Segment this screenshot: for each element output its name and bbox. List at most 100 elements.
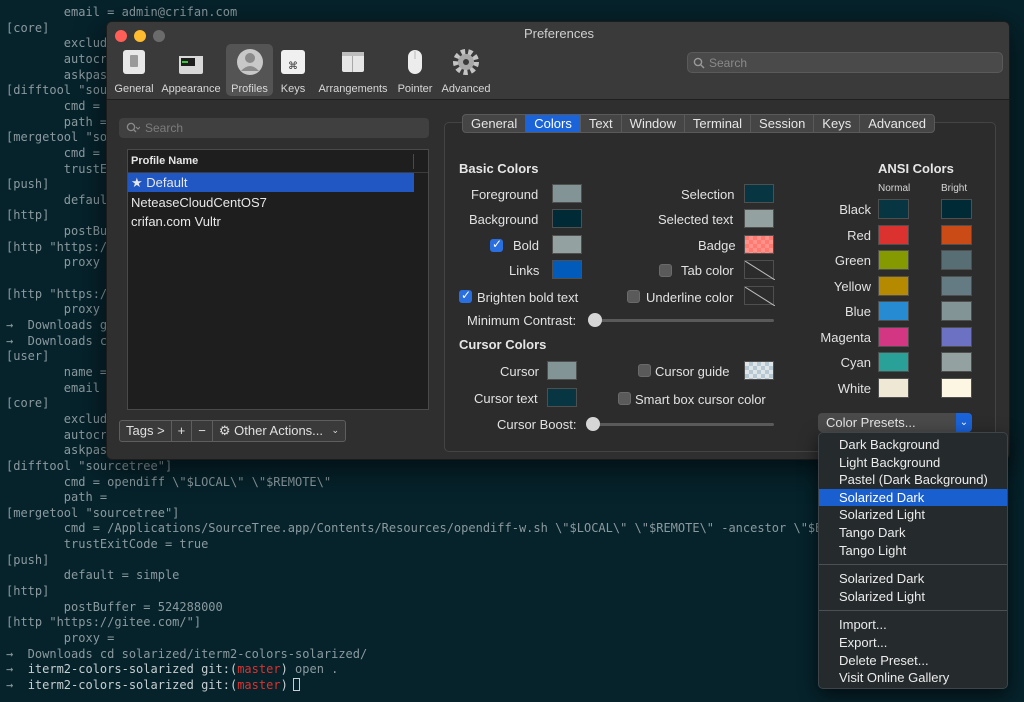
preset-menu-item[interactable]: Tango Dark bbox=[819, 524, 1007, 541]
tab-text[interactable]: Text bbox=[581, 115, 622, 132]
ansi-white-bright-swatch[interactable] bbox=[941, 377, 972, 398]
profile-tabs: General Colors Text Window Terminal Sess… bbox=[462, 114, 936, 133]
bold-swatch[interactable] bbox=[552, 235, 582, 254]
toolbar-profiles[interactable]: Profiles bbox=[226, 44, 273, 96]
ansi-yellow-normal-swatch[interactable] bbox=[878, 275, 909, 296]
preset-menu-item[interactable]: Export... bbox=[819, 634, 1007, 651]
cursor-boost-slider[interactable] bbox=[586, 417, 600, 431]
cursor-guide-checkbox[interactable] bbox=[638, 364, 651, 377]
terminal-line: askpass bbox=[6, 443, 115, 458]
profile-actions-bar: Tags > + − ⚙ Other Actions... ⌄ bbox=[119, 420, 347, 442]
preset-menu-item[interactable]: Visit Online Gallery bbox=[819, 669, 1007, 686]
tab-color-label: Tab color bbox=[681, 263, 734, 278]
cursor-swatch[interactable] bbox=[547, 361, 577, 380]
tab-window[interactable]: Window bbox=[622, 115, 685, 132]
ansi-green-bright-swatch[interactable] bbox=[941, 250, 972, 270]
preset-menu-item[interactable]: Import... bbox=[819, 616, 1007, 633]
ansi-cyan-label: Cyan bbox=[840, 355, 871, 370]
ansi-black-bright-swatch[interactable] bbox=[941, 199, 972, 219]
general-icon bbox=[123, 50, 145, 74]
selected-text-swatch[interactable] bbox=[744, 209, 774, 228]
terminal-line: proxy = bbox=[6, 255, 115, 270]
ansi-yellow-bright-swatch[interactable] bbox=[941, 275, 972, 296]
other-actions-menu[interactable]: ⚙ Other Actions... ⌄ bbox=[213, 421, 345, 441]
terminal-line: path = bbox=[6, 114, 108, 129]
ansi-red-normal-swatch[interactable] bbox=[878, 224, 909, 245]
foreground-swatch[interactable] bbox=[552, 184, 582, 203]
terminal-line: autocrl bbox=[6, 51, 115, 66]
cursor-text-swatch[interactable] bbox=[547, 388, 577, 407]
tab-terminal[interactable]: Terminal bbox=[685, 115, 752, 132]
toolbar-appearance[interactable]: Appearance bbox=[158, 44, 224, 96]
toolbar-advanced[interactable]: Advanced bbox=[438, 44, 494, 96]
profile-row-vultr[interactable]: crifan.com Vultr bbox=[128, 212, 414, 231]
gear-icon: ⚙ bbox=[218, 424, 231, 439]
tab-keys[interactable]: Keys bbox=[814, 115, 861, 132]
bold-checkbox[interactable] bbox=[490, 237, 503, 252]
preset-menu-item[interactable]: Solarized Light bbox=[819, 506, 1007, 523]
preset-menu-item[interactable]: Dark Background bbox=[819, 436, 1007, 453]
preset-menu-item[interactable]: Solarized Light bbox=[819, 588, 1007, 605]
svg-text:⌘: ⌘ bbox=[288, 61, 298, 72]
ansi-blue-normal-swatch[interactable] bbox=[878, 301, 909, 321]
minimum-contrast-slider[interactable] bbox=[588, 313, 602, 327]
ansi-green-normal-swatch[interactable] bbox=[878, 250, 909, 270]
ansi-black-normal-swatch[interactable] bbox=[878, 199, 909, 219]
selection-swatch[interactable] bbox=[744, 184, 774, 203]
tab-session[interactable]: Session bbox=[751, 115, 815, 132]
cursor-guide-swatch[interactable] bbox=[744, 361, 774, 380]
underline-color-checkbox[interactable] bbox=[627, 290, 640, 303]
toolbar-arrangements-label: Arrangements bbox=[318, 83, 388, 95]
profile-search-input[interactable]: Search bbox=[119, 118, 429, 138]
ansi-cyan-normal-swatch[interactable] bbox=[878, 352, 909, 372]
terminal-line: default = simple bbox=[6, 568, 180, 583]
toolbar-general-label: General bbox=[114, 83, 154, 95]
tab-general[interactable]: General bbox=[463, 115, 527, 132]
toolbar-keys[interactable]: ⌘ Keys bbox=[275, 44, 311, 96]
preset-menu-item[interactable]: Solarized Dark bbox=[819, 570, 1007, 587]
tags-button[interactable]: Tags > bbox=[120, 421, 172, 441]
profile-search-placeholder: Search bbox=[145, 121, 184, 135]
background-swatch[interactable] bbox=[552, 209, 582, 228]
preset-menu-item[interactable]: Delete Preset... bbox=[819, 652, 1007, 669]
color-presets-label: Color Presets... bbox=[826, 415, 916, 430]
add-profile-button[interactable]: + bbox=[172, 421, 193, 441]
preferences-search-input[interactable]: Search bbox=[687, 52, 1003, 73]
tab-colors[interactable]: Colors bbox=[526, 115, 581, 132]
preset-menu-item[interactable]: Tango Light bbox=[819, 542, 1007, 559]
ansi-cyan-bright-swatch[interactable] bbox=[941, 352, 972, 372]
ansi-magenta-normal-swatch[interactable] bbox=[878, 326, 909, 347]
toolbar-arrangements[interactable]: Arrangements bbox=[314, 44, 392, 96]
cursor-boost-track[interactable] bbox=[591, 423, 774, 426]
preset-menu-item[interactable]: Pastel (Dark Background) bbox=[819, 471, 1007, 488]
profile-name-header[interactable]: Profile Name bbox=[128, 150, 428, 173]
toolbar-general[interactable]: General bbox=[111, 44, 157, 96]
ansi-white-normal-swatch[interactable] bbox=[878, 377, 909, 398]
ansi-blue-bright-swatch[interactable] bbox=[941, 301, 972, 321]
preset-menu-item[interactable]: Light Background bbox=[819, 454, 1007, 471]
preset-menu-item[interactable]: Solarized Dark bbox=[819, 488, 1007, 506]
profile-row-netease[interactable]: NeteaseCloudCentOS7 bbox=[128, 193, 414, 212]
toolbar-pointer[interactable]: Pointer bbox=[394, 44, 436, 96]
underline-color-swatch[interactable] bbox=[744, 286, 775, 306]
background-label: Background bbox=[469, 212, 539, 227]
ansi-magenta-bright-swatch[interactable] bbox=[941, 326, 972, 347]
tab-advanced[interactable]: Advanced bbox=[860, 115, 934, 132]
tab-color-checkbox[interactable] bbox=[659, 264, 672, 277]
badge-swatch[interactable] bbox=[744, 235, 774, 254]
color-presets-button[interactable]: Color Presets... ⌄ bbox=[818, 413, 972, 432]
terminal-line: exclude bbox=[6, 36, 115, 51]
ansi-red-bright-swatch[interactable] bbox=[941, 224, 972, 245]
menu-separator bbox=[819, 610, 1007, 612]
profile-row-default[interactable]: ★ Default bbox=[128, 173, 414, 192]
terminal-line: default bbox=[6, 192, 115, 207]
tab-color-swatch[interactable] bbox=[744, 260, 775, 280]
links-swatch[interactable] bbox=[552, 260, 582, 279]
brighten-bold-checkbox[interactable] bbox=[459, 288, 472, 303]
minimum-contrast-track[interactable] bbox=[591, 319, 774, 322]
preferences-search-placeholder: Search bbox=[709, 56, 748, 70]
smart-box-cursor-checkbox[interactable] bbox=[618, 392, 631, 405]
terminal-line: [push] bbox=[6, 552, 50, 567]
ansi-colors-heading: ANSI Colors bbox=[878, 161, 954, 176]
remove-profile-button[interactable]: − bbox=[192, 421, 213, 441]
